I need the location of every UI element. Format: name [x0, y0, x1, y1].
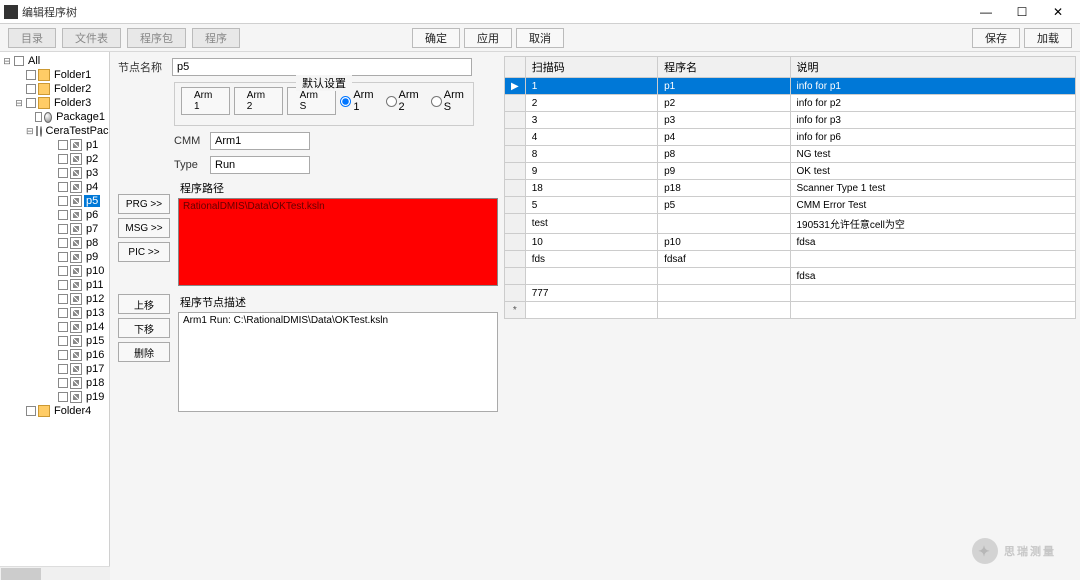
tree-program[interactable]: p6 [2, 208, 107, 222]
window-title: 编辑程序树 [22, 4, 968, 20]
tree-program[interactable]: p16 [2, 348, 107, 362]
arm2-button[interactable]: Arm 2 [234, 87, 283, 115]
minimize-button[interactable]: — [968, 1, 1004, 23]
tree-program[interactable]: p3 [2, 166, 107, 180]
toolbar: 目录 文件表 程序包 程序 确定 应用 取消 保存 加载 [0, 24, 1080, 52]
desc-textbox[interactable]: Arm1 Run: C:\RationalDMIS\Data\OKTest.ks… [178, 312, 498, 412]
cmm-label: CMM [174, 135, 204, 147]
col-desc[interactable]: 说明 [790, 57, 1076, 78]
msg-button[interactable]: MSG >> [118, 218, 170, 238]
load-button[interactable]: 加载 [1024, 28, 1072, 48]
maximize-button[interactable]: ☐ [1004, 1, 1040, 23]
tree-folder[interactable]: Folder4 [2, 404, 107, 418]
wechat-icon: ✦ [972, 538, 998, 564]
delete-button[interactable]: 删除 [118, 342, 170, 362]
tree-folder[interactable]: Folder2 [2, 82, 107, 96]
prg-button[interactable]: PRG >> [118, 194, 170, 214]
table-row[interactable]: fdsa [505, 268, 1076, 285]
table-row[interactable]: 5p5CMM Error Test [505, 197, 1076, 214]
tree-program[interactable]: p19 [2, 390, 107, 404]
cmm-input[interactable] [210, 132, 310, 150]
tree-folder[interactable]: ⊟Folder3 [2, 96, 107, 110]
toolbar-filelist-button[interactable]: 文件表 [62, 28, 121, 48]
apply-button[interactable]: 应用 [464, 28, 512, 48]
desc-label: 程序节点描述 [180, 294, 492, 310]
toolbar-dir-button[interactable]: 目录 [8, 28, 56, 48]
data-grid-panel: 扫描码 程序名 说明 ▶1p1info for p12p2info for p2… [500, 52, 1080, 580]
tree-program[interactable]: p4 [2, 180, 107, 194]
tree-program[interactable]: p15 [2, 334, 107, 348]
radio-arm2[interactable]: Arm 2 [386, 89, 421, 113]
path-textbox[interactable]: RationalDMIS\Data\OKTest.ksln [178, 198, 498, 286]
close-button[interactable]: ✕ [1040, 1, 1076, 23]
form-panel: 节点名称 默认设置 Arm 1 Arm 2 Arm S Arm 1 Arm 2 … [110, 52, 500, 580]
tree-program[interactable]: p14 [2, 320, 107, 334]
table-row[interactable]: 3p3info for p3 [505, 112, 1076, 129]
arm1-button[interactable]: Arm 1 [181, 87, 230, 115]
movedown-button[interactable]: 下移 [118, 318, 170, 338]
table-row[interactable]: test190531允许任意cell为空 [505, 214, 1076, 234]
toolbar-proglist-button[interactable]: 程序包 [127, 28, 186, 48]
table-new-row[interactable]: * [505, 302, 1076, 319]
tree-program[interactable]: p9 [2, 250, 107, 264]
tree-program[interactable]: p10 [2, 264, 107, 278]
titlebar: 编辑程序树 — ☐ ✕ [0, 0, 1080, 24]
table-row[interactable]: 2p2info for p2 [505, 95, 1076, 112]
sidebar-scrollbar[interactable] [0, 566, 110, 580]
path-label: 程序路径 [180, 180, 492, 196]
pic-button[interactable]: PIC >> [118, 242, 170, 262]
radio-arms[interactable]: Arm S [431, 89, 467, 113]
tree-program[interactable]: p18 [2, 376, 107, 390]
table-row[interactable]: 18p18Scanner Type 1 test [505, 180, 1076, 197]
tree-package[interactable]: ⊟CeraTestPack [2, 124, 107, 138]
table-row[interactable]: 4p4info for p6 [505, 129, 1076, 146]
tree-program[interactable]: p8 [2, 236, 107, 250]
cancel-button[interactable]: 取消 [516, 28, 564, 48]
table-row[interactable]: 10p10fdsa [505, 234, 1076, 251]
tree-program[interactable]: p17 [2, 362, 107, 376]
table-row[interactable]: 8p8NG test [505, 146, 1076, 163]
name-label: 节点名称 [118, 59, 166, 75]
tree-program[interactable]: p11 [2, 278, 107, 292]
name-input[interactable] [172, 58, 472, 76]
tree-package[interactable]: Package1 [2, 110, 107, 124]
col-scan[interactable]: 扫描码 [525, 57, 657, 78]
table-row[interactable]: fdsfdsaf [505, 251, 1076, 268]
table-row[interactable]: 9p9OK test [505, 163, 1076, 180]
tree-folder[interactable]: Folder1 [2, 68, 107, 82]
toolbar-prog-button[interactable]: 程序 [192, 28, 240, 48]
col-prog[interactable]: 程序名 [658, 57, 790, 78]
tree-program[interactable]: p12 [2, 292, 107, 306]
table-row[interactable]: ▶1p1info for p1 [505, 78, 1076, 95]
moveup-button[interactable]: 上移 [118, 294, 170, 314]
tree-program[interactable]: p13 [2, 306, 107, 320]
watermark: ✦ 思瑞测量 [972, 538, 1056, 564]
tree-program[interactable]: p7 [2, 222, 107, 236]
data-grid[interactable]: 扫描码 程序名 说明 ▶1p1info for p12p2info for p2… [504, 56, 1076, 319]
confirm-button[interactable]: 确定 [412, 28, 460, 48]
type-label: Type [174, 159, 204, 171]
tree-sidebar[interactable]: ⊟All Folder1 Folder2 ⊟Folder3 Package1 ⊟… [0, 52, 110, 580]
save-button[interactable]: 保存 [972, 28, 1020, 48]
type-input[interactable] [210, 156, 310, 174]
table-row[interactable]: 777 [505, 285, 1076, 302]
param-title: 默认设置 [296, 75, 352, 91]
radio-arm1[interactable]: Arm 1 [340, 89, 375, 113]
arms-button[interactable]: Arm S [287, 87, 337, 115]
tree-program[interactable]: p2 [2, 152, 107, 166]
app-icon [4, 5, 18, 19]
tree-root[interactable]: ⊟All [2, 54, 107, 68]
tree-program[interactable]: p5 [2, 194, 107, 208]
tree-program[interactable]: p1 [2, 138, 107, 152]
